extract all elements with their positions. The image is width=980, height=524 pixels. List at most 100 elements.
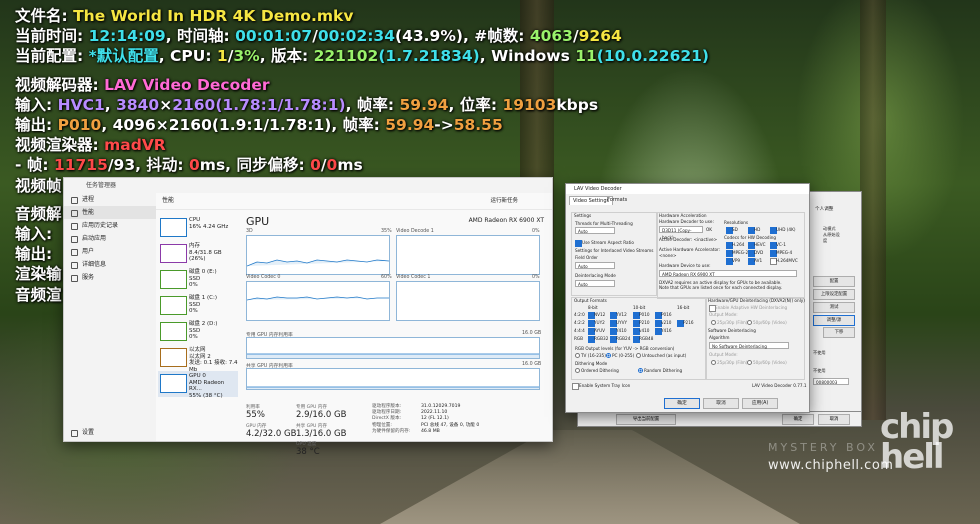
codec-label: HEVC	[754, 242, 766, 247]
graph-dedicated-memory	[246, 337, 540, 359]
shared-memory-fill	[247, 386, 539, 389]
lav-video-decoder-window[interactable]: LAV Video Decoder Video Settings Formats…	[565, 183, 810, 413]
madvr-ok-button[interactable]: 确定	[782, 414, 814, 425]
resource-sub: 0%	[189, 334, 198, 340]
memory-thumb-graph	[160, 244, 187, 263]
threads-dropdown[interactable]: Auto	[575, 227, 615, 234]
interlaced-label: Settings for Interlaced Video Streams	[575, 248, 654, 253]
hwdec-dropdown[interactable]: D3D11 (Copy-back)	[659, 226, 703, 240]
resource-cpu[interactable]: CPU 16% 4.24 GHz	[158, 215, 238, 241]
osd-label: ms, 同步偏移:	[199, 156, 311, 175]
osd-frames: 9264	[578, 27, 622, 46]
format-row-label: 4:2:2	[574, 320, 585, 325]
lav-ok-button[interactable]: 确定	[664, 398, 700, 409]
nav-details[interactable]: 详细信息	[64, 258, 156, 271]
madvr-mode: 个人调整	[815, 207, 834, 212]
madvr-adjust-button[interactable]: 调整/源	[813, 315, 855, 326]
radio-label: PC (0-255)	[612, 353, 635, 358]
task-manager-sidebar: 进程 性能 应用历史记录 启动应用 用户 详细信息 服务 设置	[64, 193, 156, 441]
gpu-info-labels: 驱动程序版本: 驱动程序日期: DirectX 版本: 物理位置: 为硬件保留的…	[372, 404, 410, 435]
dither-random-radio[interactable]	[638, 368, 643, 373]
osd-decoder-line: 视频解码器: LAV Video Decoder	[15, 75, 709, 95]
osd-label: , Windows	[479, 47, 576, 66]
osd-duration: 00:02:34	[317, 27, 395, 46]
osd-version: 221102	[313, 47, 379, 66]
nav-users[interactable]: 用户	[64, 245, 156, 258]
osd-label: 输出:	[15, 116, 58, 135]
run-new-task-button[interactable]: 运行新任务	[490, 193, 518, 209]
madvr-test-button[interactable]: 测试	[813, 302, 855, 313]
res-label: HD	[754, 227, 761, 232]
osd-build: (1.7.21834)	[378, 47, 480, 66]
nav-startup[interactable]: 启动应用	[64, 232, 156, 245]
graph-pct: 0%	[532, 229, 540, 234]
nav-processes[interactable]: 进程	[64, 193, 156, 206]
graph-pct: 0%	[532, 275, 540, 280]
format-label: NV12	[594, 312, 606, 317]
osd-format: P010	[57, 116, 102, 135]
aspect-checkbox[interactable]	[575, 240, 582, 247]
osd-label: 当前时间:	[15, 27, 89, 46]
resource-memory[interactable]: 内存 8.4/31.8 GB (26%)	[158, 241, 238, 267]
format-label: P216	[683, 320, 694, 325]
madvr-limit-button[interactable]: 上限设定配置	[813, 289, 855, 300]
resource-ethernet[interactable]: 以太网 以太网 2 发送: 0.1 接收: 7.4 Mb	[158, 345, 238, 373]
nav-app-history[interactable]: 应用历史记录	[64, 219, 156, 232]
madvr-settings-window[interactable]: 个人调整 动模式 从原始设 度 配置 上限设定配置 测试 调整/源 下移 不使用…	[808, 191, 862, 427]
video-radio[interactable]	[747, 360, 752, 365]
madvr-config-button[interactable]: 配置	[813, 276, 855, 287]
graph-label-video-decode-1: Video Decode 1	[396, 229, 434, 234]
window-title: LAV Video Decoder	[566, 184, 809, 194]
resource-gpu-0[interactable]: GPU 0 AMD Radeon RX... 55% (38 °C)	[158, 371, 238, 399]
osd-renderer: madVR	[104, 136, 166, 155]
lav-apply-button[interactable]: 应用(A)	[742, 398, 778, 409]
hwdec-status: OK	[706, 227, 713, 232]
shared-memory-max: 16.0 GB	[522, 362, 542, 367]
format-label: RGB48	[639, 336, 654, 341]
nav-performance[interactable]: 性能	[64, 206, 156, 219]
dedicated-memory-max: 16.0 GB	[522, 331, 542, 336]
resource-disk-1[interactable]: 磁盘 1 (C:) SSD 0%	[158, 293, 238, 319]
tray-checkbox[interactable]	[572, 383, 579, 390]
tab-formats[interactable]: Formats	[604, 196, 630, 204]
rgb-pc-radio[interactable]	[606, 353, 611, 358]
active-accel: Active Hardware Accelerator:	[659, 247, 721, 252]
dither-ordered-radio[interactable]	[575, 368, 580, 373]
radio-label: Untouched (as input)	[642, 353, 687, 358]
graph-video-codec-0	[246, 281, 390, 321]
madvr-code-field[interactable]: 00800003	[813, 378, 849, 385]
osd-frames: 11715	[53, 156, 108, 175]
madvr-cancel-button[interactable]: 取消	[818, 414, 850, 425]
lav-cancel-button[interactable]: 取消	[703, 398, 739, 409]
film-radio[interactable]	[711, 360, 716, 365]
radio-label: 25p/30p (Film)	[717, 320, 748, 325]
nav-services[interactable]: 服务	[64, 271, 156, 284]
osd-fps: 59.94	[385, 116, 435, 135]
madvr-move-down-button[interactable]: 下移	[823, 327, 855, 338]
osd-sep: /93, 抖动:	[107, 156, 189, 175]
resource-disk-2[interactable]: 磁盘 2 (D:) SSD 0%	[158, 319, 238, 345]
version-label: LAV Video Decoder 0.77.1	[752, 383, 807, 388]
osd-decoder: LAV Video Decoder	[104, 75, 270, 94]
hwdev-dropdown[interactable]: AMD Radeon RX 6900 XT	[659, 270, 797, 277]
rgb-tv-radio[interactable]	[575, 353, 580, 358]
codec-label: MPEG-4	[776, 250, 793, 255]
osd-jitter: 0	[189, 156, 200, 175]
algorithm-dropdown[interactable]: No Software Deinterlacing	[709, 342, 789, 349]
export-config-button[interactable]: 导出当前配置	[616, 414, 676, 425]
nav-settings[interactable]: 设置	[64, 426, 156, 439]
rgb-untouched-radio[interactable]	[636, 353, 641, 358]
video-radio[interactable]	[747, 320, 752, 325]
resource-disk-0[interactable]: 磁盘 0 (E:) SSD 0%	[158, 267, 238, 293]
field-order-dropdown[interactable]: Auto	[575, 262, 615, 269]
group-title: Settings	[574, 213, 592, 218]
osd-label: - 帧:	[15, 156, 54, 175]
active-decoder: Active Decoder: <inactive>	[659, 237, 718, 242]
gpu-detail: GPU AMD Radeon RX 6900 XT 3D 35% Video D…	[246, 215, 550, 457]
deint-mode-dropdown[interactable]: Auto	[575, 280, 615, 287]
codec-label: MPEG-2	[732, 250, 749, 255]
codecs-label: Codecs for HW Decoding	[724, 235, 777, 240]
film-radio[interactable]	[711, 320, 716, 325]
format-label: Y410	[616, 328, 627, 333]
task-manager-window[interactable]: 任务管理器 进程 性能 应用历史记录 启动应用 用户 详细信息 服务 设置 性能…	[63, 177, 553, 457]
